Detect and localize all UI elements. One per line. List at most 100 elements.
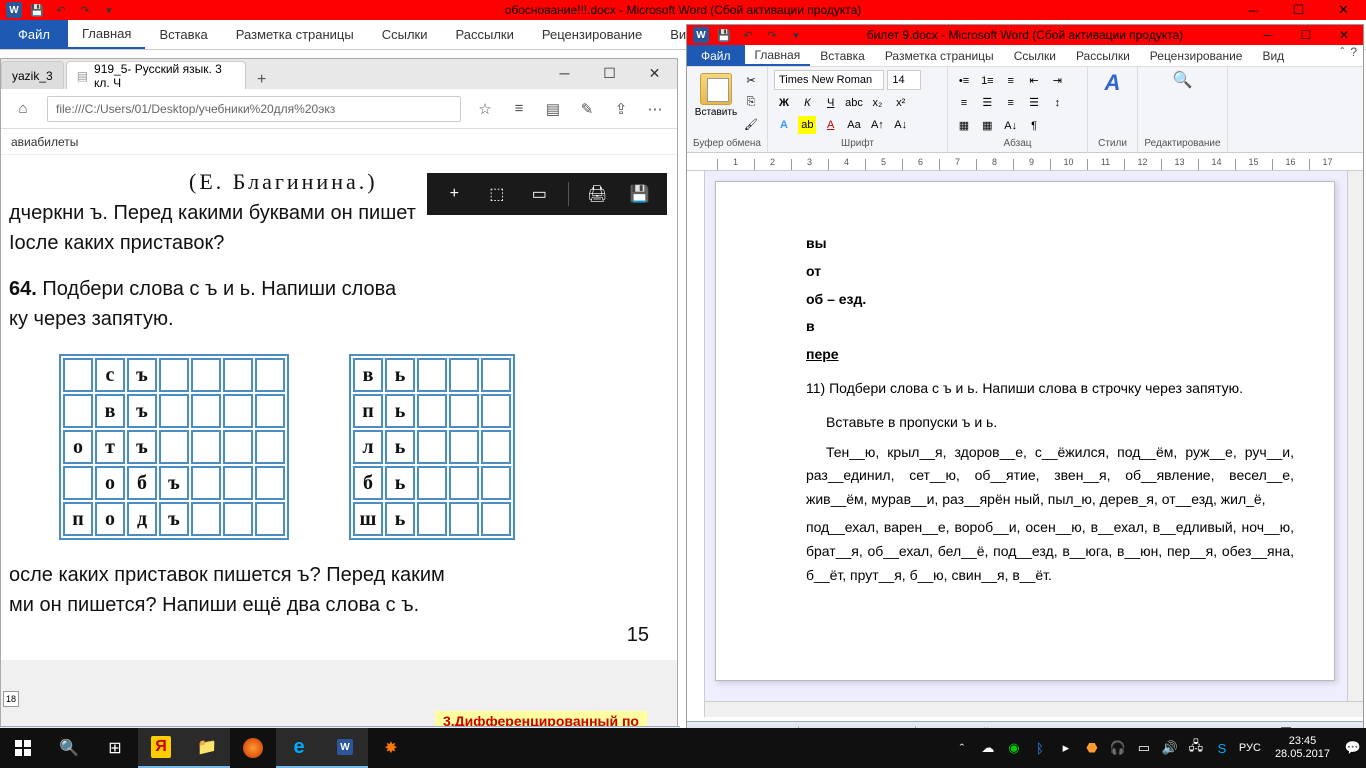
styles-icon[interactable]: A bbox=[1105, 70, 1121, 96]
copy-icon[interactable]: ⎘ bbox=[742, 93, 760, 111]
home-icon[interactable]: ⌂ bbox=[13, 99, 33, 119]
line-spacing-button[interactable]: ↕ bbox=[1048, 94, 1066, 112]
tab-home[interactable]: Главная bbox=[68, 20, 145, 49]
word2-minimize-button[interactable]: ─ bbox=[1249, 25, 1287, 45]
browser-close-button[interactable]: ✕ bbox=[632, 59, 677, 87]
justify-button[interactable]: ☰ bbox=[1025, 94, 1043, 112]
browser-minimize-button[interactable]: ─ bbox=[542, 59, 587, 87]
save-pdf-icon[interactable]: 💾 bbox=[626, 180, 654, 208]
align-right-button[interactable]: ≡ bbox=[1002, 94, 1020, 112]
fit-width-icon[interactable]: ▭ bbox=[525, 180, 553, 208]
minimize-ribbon-icon[interactable]: ˆ bbox=[1340, 45, 1344, 59]
word-taskbar-icon[interactable]: W bbox=[322, 728, 368, 768]
word2-close-button[interactable]: ✕ bbox=[1325, 25, 1363, 45]
tray-app-icon[interactable]: ◉ bbox=[1005, 739, 1023, 757]
highlight-button[interactable]: ab bbox=[798, 116, 816, 134]
shrink-font-button[interactable]: A↓ bbox=[892, 116, 910, 134]
word2-file-tab[interactable]: Файл bbox=[687, 45, 745, 66]
browser-tab-1[interactable]: yazik_3 bbox=[1, 61, 64, 89]
tray-chevron-icon[interactable]: ˆ bbox=[953, 739, 971, 757]
start-button[interactable] bbox=[0, 728, 46, 768]
qat-dropdown-icon[interactable]: ▾ bbox=[100, 2, 118, 18]
word2-tab-insert[interactable]: Вставка bbox=[810, 45, 875, 66]
tab-insert[interactable]: Вставка bbox=[145, 20, 221, 49]
reading-list-icon[interactable]: ≡ bbox=[509, 99, 529, 119]
fit-page-icon[interactable]: ⬚ bbox=[483, 180, 511, 208]
undo-icon[interactable]: ↶ bbox=[52, 2, 70, 18]
word2-maximize-button[interactable]: ☐ bbox=[1287, 25, 1325, 45]
share-icon[interactable]: ⇪ bbox=[611, 99, 631, 119]
tab-mailings[interactable]: Рассылки bbox=[442, 20, 528, 49]
shading-button[interactable]: ▦ bbox=[955, 116, 973, 134]
tab-layout[interactable]: Разметка страницы bbox=[222, 20, 368, 49]
align-left-button[interactable]: ≡ bbox=[955, 94, 973, 112]
minimize-button[interactable]: ─ bbox=[1231, 0, 1276, 20]
cut-icon[interactable]: ✂ bbox=[742, 71, 760, 89]
word2-qat-dropdown-icon[interactable]: ▾ bbox=[787, 27, 805, 43]
word2-tab-review[interactable]: Рецензирование bbox=[1140, 45, 1253, 66]
italic-button[interactable]: К bbox=[798, 94, 816, 112]
text-effect-button[interactable]: A bbox=[775, 116, 793, 134]
redo-icon[interactable]: ↷ bbox=[76, 2, 94, 18]
multilevel-button[interactable]: ≡ bbox=[1002, 72, 1020, 90]
tray-clock[interactable]: 23:45 28.05.2017 bbox=[1269, 735, 1336, 761]
word2-tab-view[interactable]: Вид bbox=[1252, 45, 1294, 66]
maximize-button[interactable]: ☐ bbox=[1276, 0, 1321, 20]
file-tab[interactable]: Файл bbox=[0, 20, 68, 49]
close-button[interactable]: ✕ bbox=[1321, 0, 1366, 20]
edge-taskbar-icon[interactable]: e bbox=[276, 728, 322, 768]
show-marks-button[interactable]: ¶ bbox=[1025, 117, 1043, 135]
bluetooth-icon[interactable]: ᛒ bbox=[1031, 739, 1049, 757]
tab-references[interactable]: Ссылки bbox=[368, 20, 442, 49]
sort-button[interactable]: A↓ bbox=[1002, 117, 1020, 135]
word2-tab-layout[interactable]: Разметка страницы bbox=[875, 45, 1004, 66]
strike-button[interactable]: abc bbox=[845, 94, 863, 112]
find-icon[interactable]: 🔍 bbox=[1173, 70, 1193, 90]
font-size-select[interactable]: 14 bbox=[887, 70, 921, 90]
tray-misc-icon[interactable]: ▸ bbox=[1057, 739, 1075, 757]
word2-page[interactable]: вы от об – езд. в пере 11) Подбери слова… bbox=[715, 181, 1335, 681]
bold-button[interactable]: Ж bbox=[775, 94, 793, 112]
bookmark-item[interactable]: авиабилеты bbox=[11, 135, 78, 149]
onedrive-icon[interactable]: ☁ bbox=[979, 739, 997, 757]
vertical-scrollbar[interactable] bbox=[1347, 171, 1363, 701]
underline-button[interactable]: Ч bbox=[822, 94, 840, 112]
save-icon[interactable]: 💾 bbox=[28, 2, 46, 18]
volume-icon[interactable]: 🔊 bbox=[1161, 739, 1179, 757]
explorer-taskbar-icon[interactable]: 📁 bbox=[184, 728, 230, 768]
word2-tab-ref[interactable]: Ссылки bbox=[1004, 45, 1066, 66]
network-icon[interactable]: 🖧 bbox=[1187, 739, 1205, 757]
print-icon[interactable]: 🖨 bbox=[583, 180, 611, 208]
font-color-button[interactable]: A bbox=[822, 116, 840, 134]
browser-tab-2[interactable]: ▤ 919_5- Русский язык. 3 кл. Ч bbox=[66, 61, 246, 89]
hub-icon[interactable]: ▤ bbox=[543, 99, 563, 119]
change-case-button[interactable]: Aa bbox=[845, 116, 863, 134]
notifications-icon[interactable]: 💬 bbox=[1344, 739, 1362, 757]
address-bar[interactable]: file:///C:/Users/01/Desktop/учебники%20д… bbox=[47, 96, 461, 122]
more-icon[interactable]: ⋯ bbox=[645, 99, 665, 119]
bullets-button[interactable]: •≡ bbox=[955, 72, 973, 90]
firefox-taskbar-icon[interactable] bbox=[230, 728, 276, 768]
headphone-icon[interactable]: 🎧 bbox=[1109, 739, 1127, 757]
word2-save-icon[interactable]: 💾 bbox=[715, 27, 733, 43]
help-icon[interactable]: ? bbox=[1350, 45, 1357, 59]
borders-button[interactable]: ▦ bbox=[978, 116, 996, 134]
tab-review[interactable]: Рецензирование bbox=[528, 20, 656, 49]
numbering-button[interactable]: 1≡ bbox=[978, 72, 996, 90]
vertical-ruler[interactable] bbox=[687, 171, 705, 717]
superscript-button[interactable]: x² bbox=[892, 94, 910, 112]
inc-indent-button[interactable]: ⇥ bbox=[1048, 71, 1066, 89]
touchpad-icon[interactable]: ▭ bbox=[1135, 739, 1153, 757]
zoom-in-icon[interactable]: + bbox=[440, 180, 468, 208]
input-lang[interactable]: РУС bbox=[1239, 742, 1261, 754]
app-taskbar-icon[interactable]: ✸ bbox=[368, 728, 414, 768]
browser-maximize-button[interactable]: ☐ bbox=[587, 59, 632, 87]
word2-redo-icon[interactable]: ↷ bbox=[763, 27, 781, 43]
word2-tab-home[interactable]: Главная bbox=[745, 45, 811, 66]
favorite-icon[interactable]: ☆ bbox=[475, 99, 495, 119]
yandex-taskbar-icon[interactable]: Я bbox=[138, 728, 184, 768]
horizontal-scrollbar[interactable] bbox=[705, 701, 1363, 717]
search-button[interactable]: 🔍 bbox=[46, 728, 92, 768]
format-painter-icon[interactable]: 🖌 bbox=[742, 115, 760, 133]
subscript-button[interactable]: x₂ bbox=[868, 94, 886, 112]
